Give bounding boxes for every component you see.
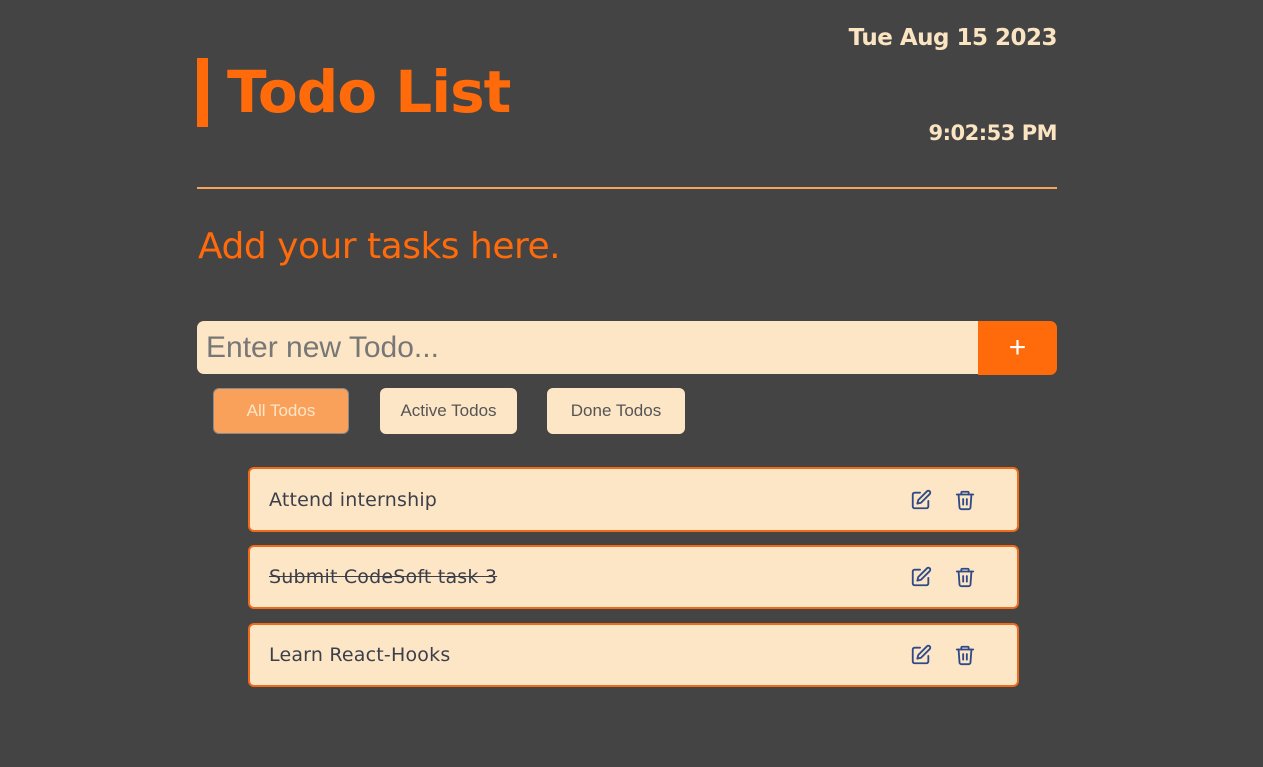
section-heading: Add your tasks here.: [198, 226, 561, 267]
todo-item[interactable]: Learn React-Hooks: [248, 623, 1019, 687]
todo-item[interactable]: Submit CodeSoft task 3: [248, 545, 1019, 609]
todo-text: Learn React-Hooks: [269, 644, 451, 666]
todo-text: Submit CodeSoft task 3: [269, 566, 498, 588]
header-divider: [197, 187, 1057, 189]
filter-active-todos-button[interactable]: Active Todos: [380, 388, 517, 434]
current-date: Tue Aug 15 2023: [848, 25, 1058, 51]
edit-icon[interactable]: [908, 487, 934, 513]
new-todo-form: +: [197, 321, 1057, 375]
trash-icon[interactable]: [952, 642, 978, 668]
add-todo-button[interactable]: +: [978, 321, 1057, 375]
title-accent-bar: [197, 58, 208, 127]
current-time: 9:02:53 PM: [928, 121, 1058, 145]
page-title: Todo List: [227, 58, 511, 126]
edit-icon[interactable]: [908, 642, 934, 668]
edit-icon[interactable]: [908, 564, 934, 590]
trash-icon[interactable]: [952, 487, 978, 513]
todo-app: Todo List Tue Aug 15 2023 9:02:53 PM Add…: [197, 0, 1058, 767]
todo-item[interactable]: Attend internship: [248, 467, 1019, 532]
filter-done-todos-button[interactable]: Done Todos: [547, 388, 685, 434]
filter-all-todos-button[interactable]: All Todos: [213, 388, 349, 434]
new-todo-input[interactable]: [197, 321, 978, 374]
trash-icon[interactable]: [952, 564, 978, 590]
todo-text: Attend internship: [269, 488, 438, 511]
